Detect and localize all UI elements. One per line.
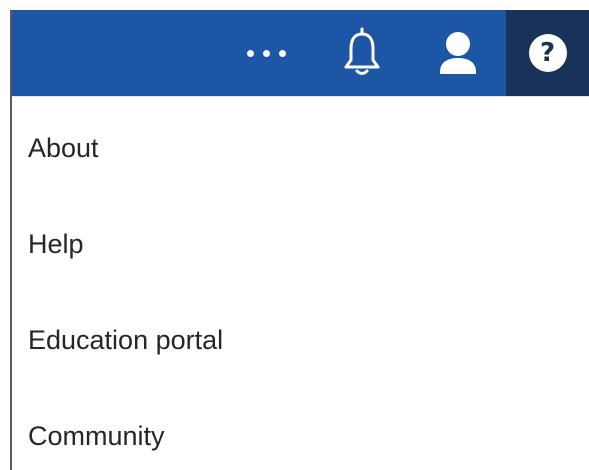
menu-item-help[interactable]: Help (12, 196, 589, 292)
menu-item-label: Education portal (28, 324, 224, 355)
notifications-button[interactable] (330, 10, 394, 96)
app-frame: ? About Help Education portal Community (0, 0, 589, 470)
menu-item-label: Community (28, 420, 165, 451)
bell-icon (344, 27, 380, 75)
more-button[interactable] (234, 10, 298, 96)
top-navigation-bar: ? (12, 10, 589, 96)
help-icon-glyph: ? (539, 38, 556, 68)
menu-item-community[interactable]: Community (12, 388, 589, 470)
user-icon (440, 32, 476, 74)
help-icon: ? (528, 34, 567, 72)
user-profile-button[interactable] (426, 10, 490, 96)
menu-item-label: About (28, 132, 99, 163)
help-menu: About Help Education portal Community (12, 100, 589, 470)
menu-item-education-portal[interactable]: Education portal (12, 292, 589, 388)
menu-item-about[interactable]: About (12, 100, 589, 196)
menu-item-label: Help (28, 228, 84, 259)
more-horizontal-icon (246, 49, 286, 57)
menu-top-divider (12, 96, 589, 97)
help-button[interactable]: ? (506, 10, 589, 96)
